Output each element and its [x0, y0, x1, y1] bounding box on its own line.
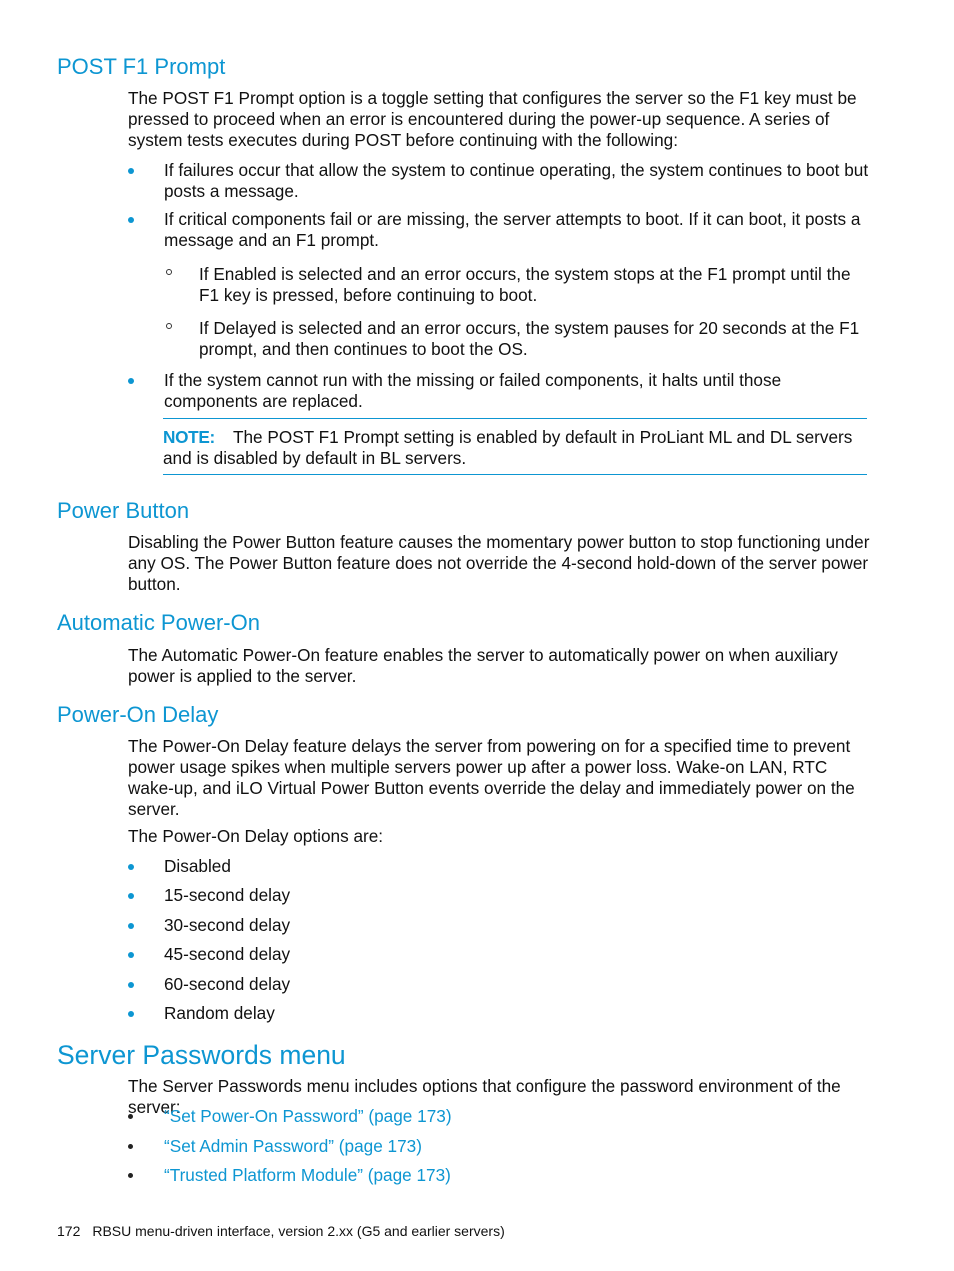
bullet-icon — [128, 1173, 133, 1178]
heading-post-f1-prompt: POST F1 Prompt — [57, 54, 226, 79]
automatic-power-on-text: The Automatic Power-On feature enables t… — [128, 645, 838, 686]
circle-bullet-icon — [166, 323, 172, 329]
bullet-icon — [128, 982, 134, 988]
note-bottom-divider — [163, 474, 867, 475]
note-text: The POST F1 Prompt setting is enabled by… — [163, 427, 853, 468]
heading-automatic-power-on: Automatic Power-On — [57, 610, 260, 635]
link-trusted-platform-module[interactable]: “Trusted Platform Module” (page 173) — [164, 1165, 870, 1186]
power-on-delay-options-intro: The Power-On Delay options are: — [128, 826, 384, 846]
bullet-icon — [128, 1114, 133, 1119]
link-set-admin-password[interactable]: “Set Admin Password” (page 173) — [164, 1136, 870, 1157]
list-item-text: If the system cannot run with the missin… — [164, 370, 782, 411]
circle-bullet-icon — [166, 269, 172, 275]
sub-list-item-text: If Delayed is selected and an error occu… — [199, 318, 860, 359]
heading-power-on-delay: Power-On Delay — [57, 702, 219, 727]
list-item-text: If failures occur that allow the system … — [164, 160, 869, 201]
footer-title: RBSU menu-driven interface, version 2.xx… — [92, 1223, 505, 1239]
power-button-text: Disabling the Power Button feature cause… — [128, 532, 870, 594]
bullet-icon — [128, 217, 134, 223]
bullet-icon — [128, 1144, 133, 1149]
list-item-text: Random delay — [164, 1003, 275, 1023]
bullet-icon — [128, 1011, 134, 1017]
power-on-delay-text: The Power-On Delay feature delays the se… — [128, 736, 855, 819]
bullet-icon — [128, 168, 134, 174]
post-f1-intro: The POST F1 Prompt option is a toggle se… — [128, 88, 857, 150]
bullet-icon — [128, 952, 134, 958]
list-item-text: Disabled — [164, 856, 231, 876]
link-set-power-on-password[interactable]: “Set Power-On Password” (page 173) — [164, 1106, 870, 1127]
bullet-icon — [128, 923, 134, 929]
list-item-text: 30-second delay — [164, 915, 291, 935]
list-item-text: 45-second delay — [164, 944, 291, 964]
bullet-icon — [128, 378, 134, 384]
heading-power-button: Power Button — [57, 498, 190, 523]
page-number: 172 — [57, 1223, 81, 1239]
page-footer: 172 RBSU menu-driven interface, version 2… — [57, 1222, 505, 1240]
heading-server-passwords-menu: Server Passwords menu — [57, 1040, 346, 1070]
sub-list-item-text: If Enabled is selected and an error occu… — [199, 264, 851, 305]
note-box: NOTE: The POST F1 Prompt setting is enabl… — [163, 427, 869, 469]
list-item-text: 15-second delay — [164, 885, 291, 905]
note-top-divider — [163, 418, 867, 419]
list-item-text: If critical components fail or are missi… — [164, 209, 861, 250]
bullet-icon — [128, 893, 134, 899]
bullet-icon — [128, 864, 134, 870]
note-label: NOTE: — [163, 427, 215, 447]
list-item-text: 60-second delay — [164, 974, 291, 994]
document-page: POST F1 Prompt The POST F1 Prompt option… — [0, 0, 954, 1271]
